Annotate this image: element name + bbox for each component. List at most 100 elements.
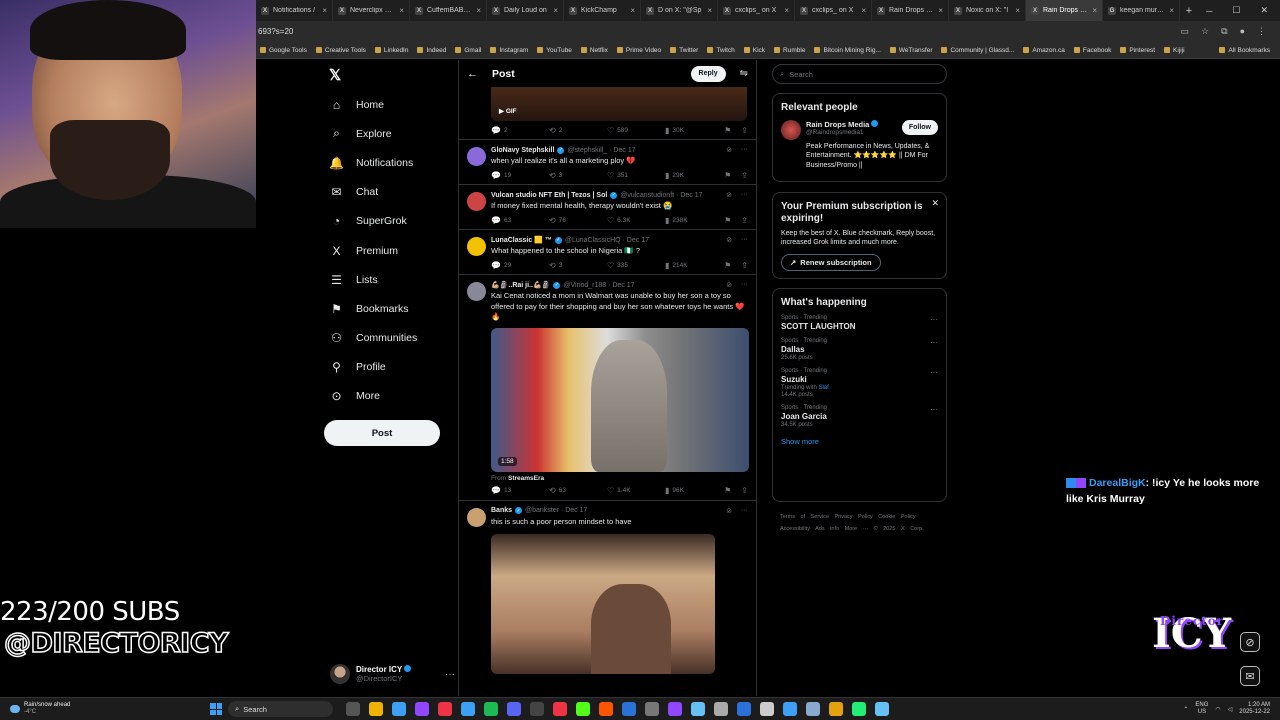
app-icon[interactable] [713, 702, 728, 716]
repost-action[interactable]: ⟲ 3 [549, 261, 607, 270]
browser-tab[interactable]: X Rain Drops Me × [1026, 0, 1103, 21]
taskbar-search[interactable]: ⌕ Search [228, 701, 333, 717]
nav-item-communities[interactable]: ⚇ Communities [326, 324, 456, 353]
nav-item-more[interactable]: ⊙ More [326, 382, 456, 411]
footer-links[interactable]: Terms of Service Privacy Policy Cookie P… [780, 512, 950, 535]
share-icon[interactable]: ⇪ [741, 126, 748, 135]
video-source[interactable]: From StreamsEra [491, 475, 748, 482]
tweet[interactable]: Vulcan studio NFT Eth | Tezos | Sol ✓ @vul… [459, 184, 756, 229]
views-action[interactable]: ▮ 238K [665, 216, 723, 225]
tweet-author-name[interactable]: Vulcan studio NFT Eth | Tezos | Sol [491, 192, 607, 199]
tab-close-icon[interactable]: × [1015, 6, 1020, 15]
app-icon[interactable] [782, 702, 797, 716]
bookmark-item[interactable]: Creative Tools [315, 47, 366, 54]
like-action[interactable]: ♡ 589 [607, 126, 665, 135]
grok-icon[interactable]: ⊘ [726, 236, 732, 244]
account-switcher[interactable]: Director ICY @DirectorICY ··· [330, 661, 455, 687]
like-action[interactable]: ♡ 1.4K [607, 486, 665, 495]
share-icon[interactable]: ⇪ [741, 171, 748, 180]
bookmark-item[interactable]: Instagram [490, 47, 528, 54]
tab-close-icon[interactable]: × [322, 6, 327, 15]
repost-action[interactable]: ⟲ 76 [549, 216, 607, 225]
tweet[interactable]: Banks ✓ @bankster · Dec 17 ⊘ ··· this is such… [459, 499, 756, 674]
bookmark-icon[interactable]: ⚑ [724, 261, 731, 270]
trend-item[interactable]: Sports · Trending Suzuki Trending with Sla… [781, 368, 938, 398]
tweet-avatar[interactable] [467, 237, 486, 257]
grok-icon[interactable]: ⊘ [1240, 632, 1260, 652]
repost-action[interactable]: ⟲ 63 [549, 486, 607, 495]
bookmark-item[interactable]: LinkedIn [374, 47, 408, 54]
browser-tab[interactable]: X Daily Loud on × [487, 0, 564, 21]
bookmark-item[interactable]: Kijiji [1164, 47, 1185, 54]
steam-icon[interactable] [690, 702, 705, 716]
tweet-avatar[interactable] [467, 282, 486, 302]
tweet-avatar[interactable] [467, 147, 486, 166]
trend-item[interactable]: Sports · Trending Joan Garcia 34.5K posts ·… [781, 405, 938, 428]
relevant-person[interactable]: Rain Drops Media @Raindropsmedia1 Follow [781, 120, 938, 140]
bookmark-item[interactable]: Gmail [455, 47, 481, 54]
wifi-icon[interactable]: ◠ [1215, 706, 1220, 713]
tab-close-icon[interactable]: × [707, 6, 712, 15]
post-button[interactable]: Post [324, 420, 440, 446]
nav-item-explore[interactable]: ⌕ Explore [326, 119, 456, 148]
url-text[interactable]: 693?s=20 [258, 27, 293, 36]
outlook-icon[interactable] [460, 702, 475, 716]
grok-icon[interactable]: ⊘ [726, 281, 732, 289]
like-action[interactable]: ♡ 335 [607, 261, 665, 270]
browser-tab[interactable]: X D on X: "@Sp × [641, 0, 718, 21]
browser-tab[interactable]: X Notifications / × [256, 0, 333, 21]
app-icon[interactable] [828, 702, 843, 716]
tab-close-icon[interactable]: × [938, 6, 943, 15]
bookmark-item[interactable]: Bitcoin Mining Rig... [814, 47, 881, 54]
nav-item-bookmarks[interactable]: ⚑ Bookmarks [326, 294, 456, 323]
app-icon[interactable] [736, 702, 751, 716]
filter-icon[interactable]: ⇋ [740, 68, 748, 79]
app-icon[interactable] [851, 702, 866, 716]
tab-close-icon[interactable]: × [476, 6, 481, 15]
repost-action[interactable]: ⟲ 2 [549, 126, 607, 135]
bookmark-item[interactable]: Kick [743, 47, 765, 54]
more-icon[interactable]: ··· [930, 368, 938, 377]
maximize-icon[interactable]: ☐ [1232, 5, 1240, 16]
twitch-icon[interactable] [667, 702, 682, 716]
weather-widget[interactable]: Rain/snow ahead -4°C [0, 702, 210, 715]
renew-subscription-button[interactable]: ↗ Renew subscription [781, 253, 881, 271]
windows-start-icon[interactable] [210, 703, 222, 715]
nav-item-home[interactable]: ⌂ Home [326, 90, 456, 119]
firefox-icon[interactable] [437, 702, 452, 716]
clock[interactable]: 1:20 AM 2025-12-22 [1239, 702, 1270, 716]
browser-tab[interactable]: Xcxclips_ on X × [718, 0, 795, 21]
steam-icon[interactable] [874, 702, 889, 716]
views-action[interactable]: ▮ 30K [665, 126, 723, 135]
tab-close-icon[interactable]: × [1092, 6, 1097, 15]
bookmark-icon[interactable]: ⚑ [724, 171, 731, 180]
more-icon[interactable]: ··· [741, 507, 748, 515]
follow-button[interactable]: Follow [901, 120, 938, 135]
tweet[interactable]: 💪🏼🗿..Rai ji..💪🏼🗿 ✓ @Vinod_r188 · Dec 17 ⊘ ··… [459, 274, 756, 499]
tab-close-icon[interactable]: × [399, 6, 404, 15]
browser-tab[interactable]: X Rain Drops Me × [872, 0, 949, 21]
share-icon[interactable]: ⇪ [741, 486, 748, 495]
repost-action[interactable]: ⟲ 3 [549, 171, 607, 180]
browser-tab[interactable]: X KickChamp × [564, 0, 641, 21]
more-icon[interactable]: ··· [930, 315, 938, 324]
tweet-avatar[interactable] [467, 507, 486, 527]
bookmark-item[interactable]: WeTransfer [889, 47, 932, 54]
profile-icon[interactable]: ● [1240, 26, 1245, 37]
bookmark-item[interactable]: YouTube [537, 47, 572, 54]
views-action[interactable]: ▮ 96K [665, 486, 723, 495]
bookmark-item[interactable]: Facebook [1073, 47, 1111, 54]
bookmark-item[interactable]: Twitter [670, 47, 698, 54]
more-icon[interactable]: ··· [741, 236, 748, 244]
reply-button[interactable]: Reply [690, 65, 726, 82]
search-input[interactable]: ⌕ Search [772, 64, 947, 84]
reply-action[interactable]: 💬 63 [491, 216, 549, 225]
tweet-author-name[interactable]: GloNavy Stephskill [491, 147, 554, 154]
tweet-avatar[interactable] [467, 192, 486, 212]
close-window-icon[interactable]: ✕ [1260, 5, 1268, 16]
kick-icon[interactable] [575, 702, 590, 716]
person-avatar[interactable] [781, 120, 801, 140]
like-action[interactable]: ♡ 6.3K [607, 216, 665, 225]
tab-close-icon[interactable]: × [553, 6, 558, 15]
edge-icon[interactable] [391, 702, 406, 716]
